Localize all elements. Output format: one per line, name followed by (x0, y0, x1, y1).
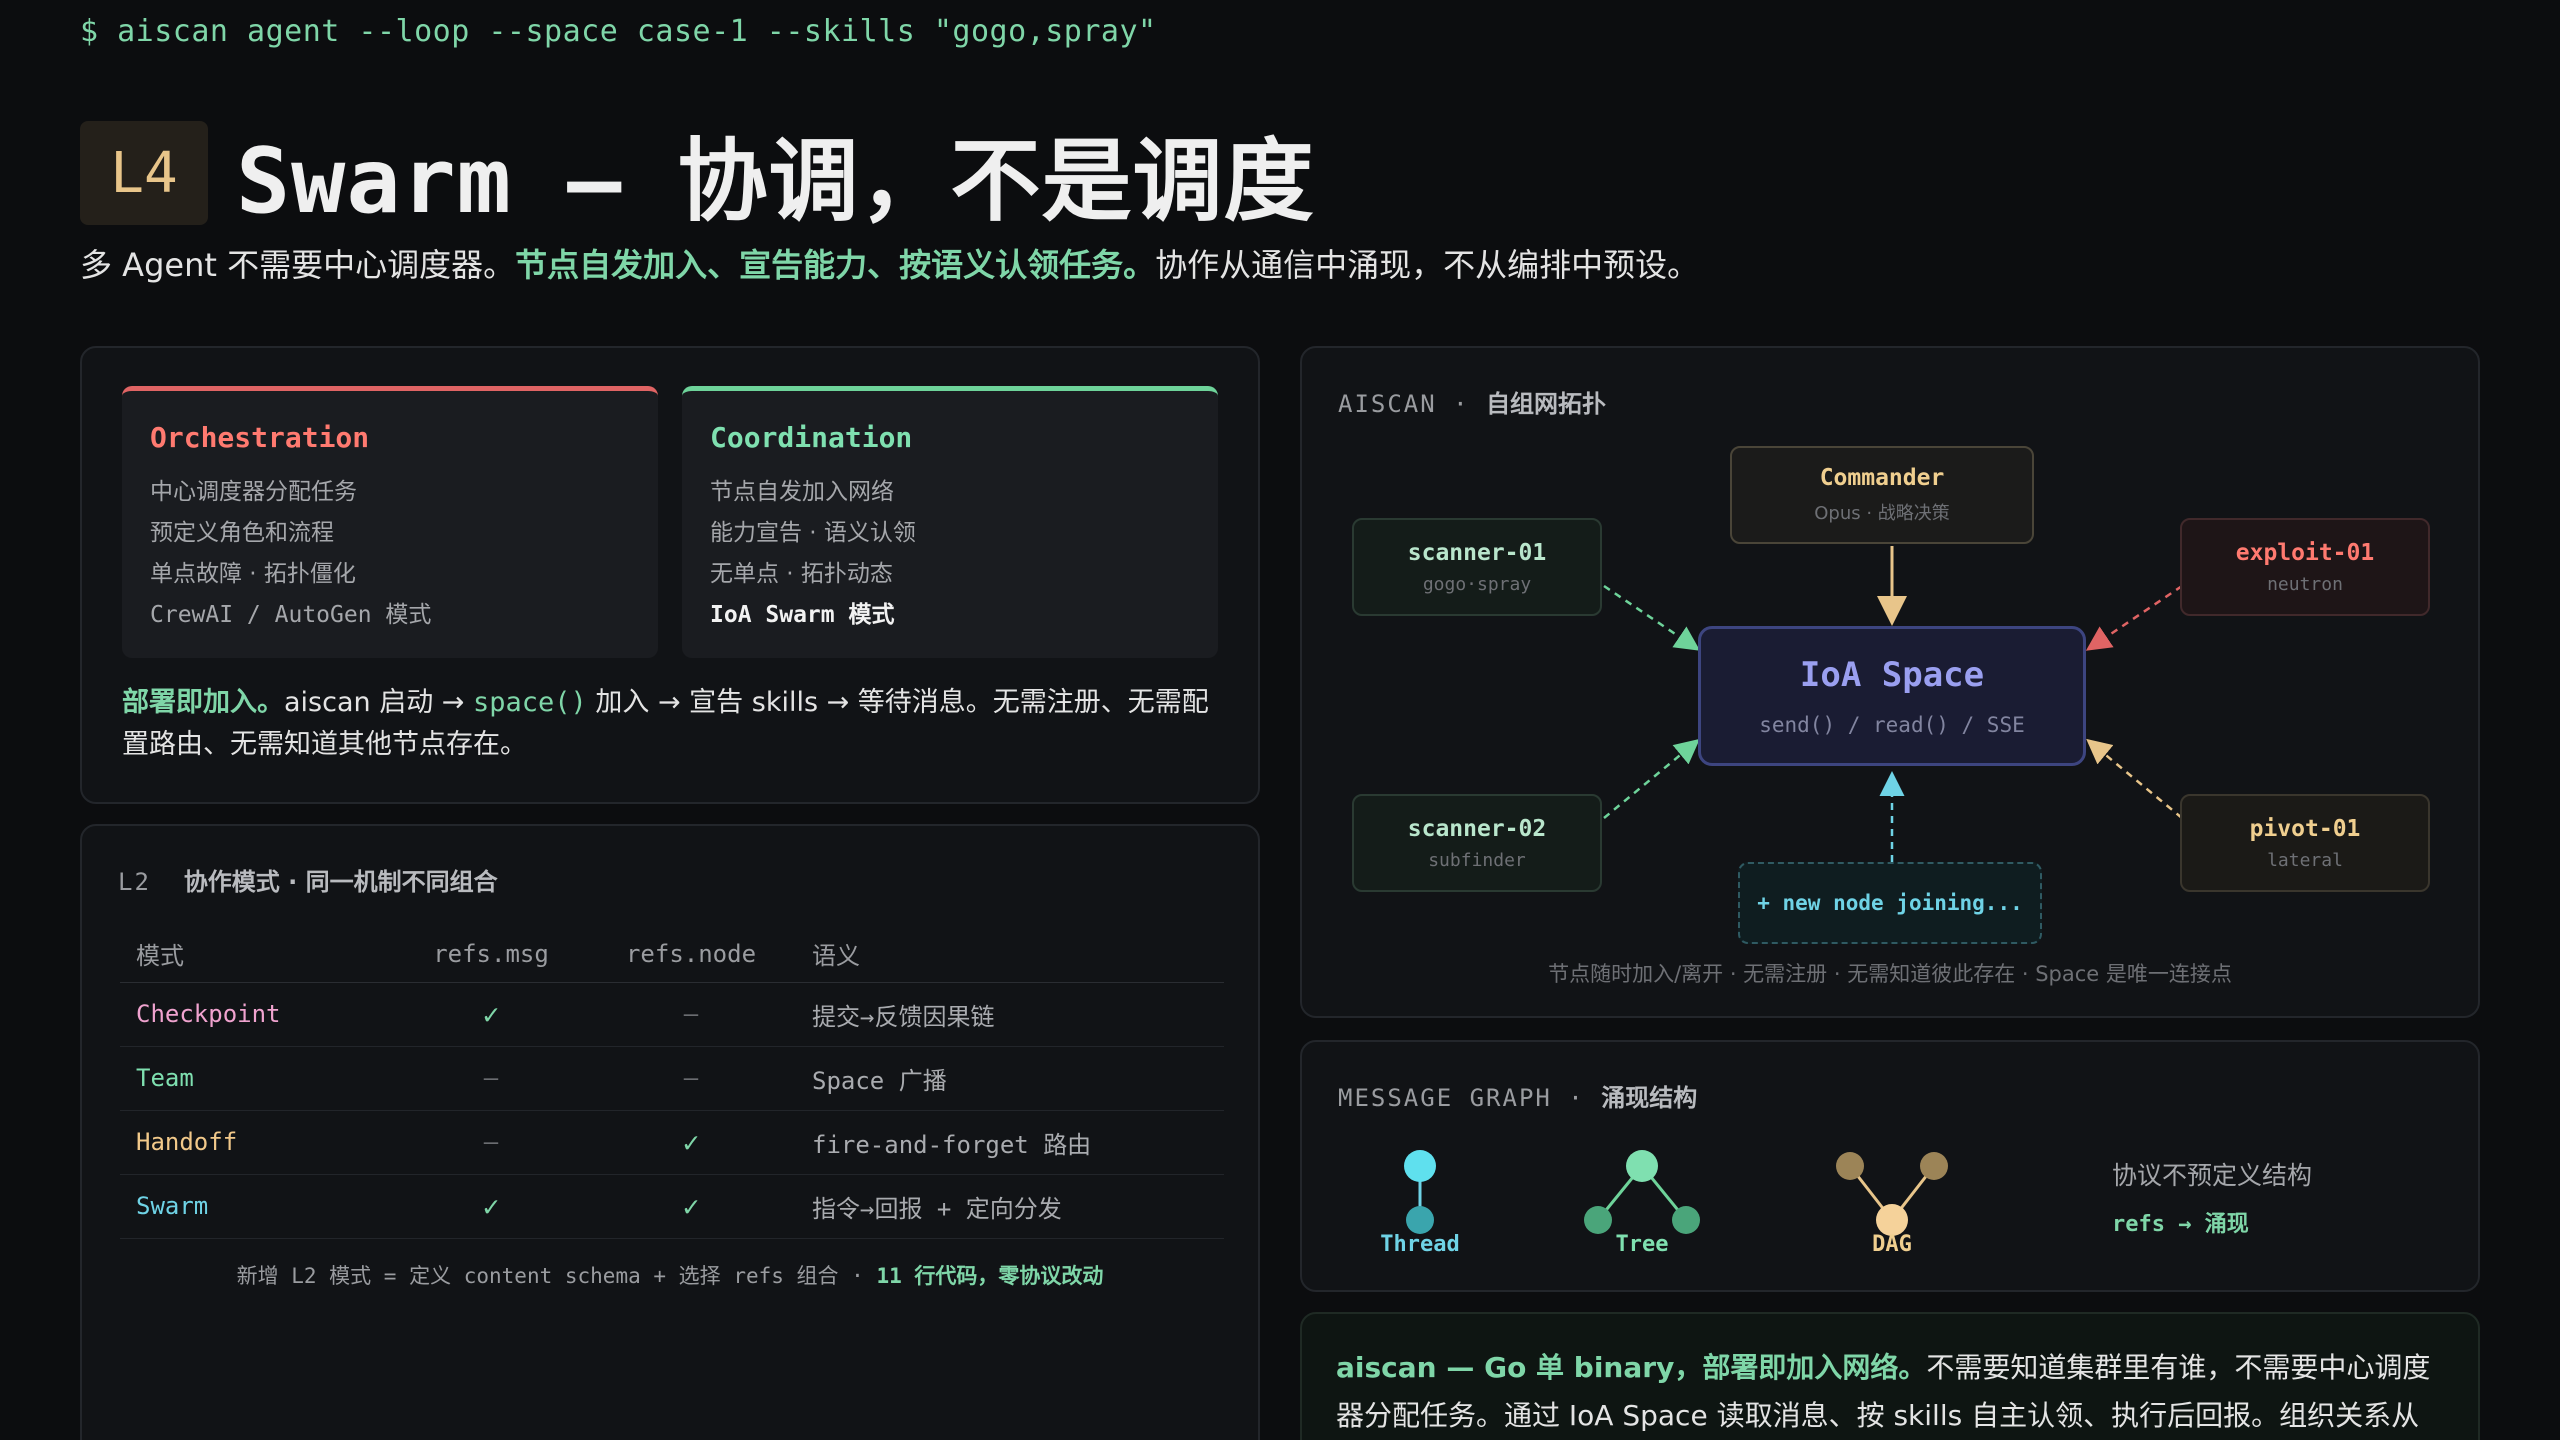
refs-node-cell: ✓ (586, 1110, 796, 1175)
commander-sub: Opus · 战略决策 (1814, 503, 1950, 524)
modes-card: L2 协作模式 · 同一机制不同组合 模式 refs.msg refs.node… (80, 824, 1260, 1440)
commander-node: Commander Opus · 战略决策 (1730, 446, 2034, 544)
title-row: L4 Swarm — 协调，不是调度 (80, 108, 1314, 238)
orchestration-title: Orchestration (150, 421, 370, 454)
orchestration-line: 预定义角色和流程 (150, 520, 334, 546)
scanner-01-sub: gogo·spray (1422, 573, 1532, 595)
deploy-code: space() (473, 687, 587, 718)
scanner-02-title: scanner-02 (1407, 815, 1547, 842)
coordination-line: 无单点 · 拓扑动态 (710, 561, 893, 587)
pivot-01-sub: lateral (2267, 849, 2343, 871)
thread-caption: Thread (1380, 1232, 1460, 1257)
column-header: 模式 (120, 926, 396, 983)
deploy-text-a: aiscan 启动 → (284, 687, 473, 718)
tree-caption: Tree (1615, 1232, 1669, 1257)
level-badge: L4 (80, 121, 208, 225)
orchestration-pane: Orchestration 中心调度器分配任务 预定义角色和流程 单点故障 · … (122, 386, 658, 658)
page-subtitle: 多 Agent 不需要中心调度器。节点自发加入、宣告能力、按语义认领任务。协作从… (80, 240, 1699, 286)
scanner-01-title: scanner-01 (1407, 539, 1547, 566)
scanner-02-node: scanner-02 subfinder (1352, 794, 1602, 892)
modes-footer-highlight: 11 行代码，零协议改动 (876, 1264, 1104, 1288)
tree-shape (1584, 1150, 1700, 1234)
refs-node-cell: ✓ (586, 1174, 796, 1239)
orchestration-line: 单点故障 · 拓扑僵化 (150, 561, 356, 587)
space-title: IoA Space (1799, 655, 1985, 695)
mode-name: Team (120, 1046, 396, 1111)
exploit-01-sub: neutron (2267, 573, 2343, 595)
mode-name: Checkpoint (120, 982, 396, 1047)
modes-table: 模式 refs.msg refs.node 语义 Checkpoint ✓ — … (120, 926, 1224, 1239)
commander-title: Commander (1819, 465, 1945, 491)
edge-exploit-01 (2085, 584, 2183, 651)
exploit-01-title: exploit-01 (2235, 539, 2375, 566)
table-header-row: 模式 refs.msg refs.node 语义 (120, 926, 1224, 983)
message-graph-card: MESSAGE GRAPH · 涌现结构 Thread Tree DAG 协议不… (1300, 1040, 2480, 1292)
column-header: 语义 (796, 926, 1224, 983)
refs-msg-cell: — (396, 1110, 586, 1175)
coordination-line: 能力宣告 · 语义认领 (710, 520, 916, 546)
modes-footer-text: 新增 L2 模式 = 定义 content schema + 选择 refs 组… (236, 1264, 877, 1288)
scanner-01-node: scanner-01 gogo·spray (1352, 518, 1602, 616)
refs-msg-cell: — (396, 1046, 586, 1111)
subtitle-highlight: 节点自发加入、宣告能力、按语义认领任务。 (515, 246, 1156, 284)
edge-scanner-02 (1603, 738, 1700, 819)
table-row: Checkpoint ✓ — 提交→反馈因果链 (120, 982, 1224, 1047)
topology-caption: 节点随时加入/离开 · 无需注册 · 无需知道彼此存在 · Space 是唯一连… (1548, 962, 2232, 986)
modes-label: L2 协作模式 · 同一机制不同组合 (118, 862, 498, 897)
coordination-line: IoA Swarm 模式 (710, 602, 895, 628)
exploit-01-node: exploit-01 neutron (2180, 518, 2430, 616)
coordination-line: 节点自发加入网络 (710, 479, 894, 505)
semantic-cell: 提交→反馈因果链 (796, 982, 1224, 1047)
scanner-02-sub: subfinder (1428, 849, 1526, 871)
dag-caption: DAG (1872, 1232, 1912, 1257)
new-node-joining: + new node joining... (1738, 862, 2042, 944)
coordination-title: Coordination (710, 421, 913, 454)
deploy-description: 部署即加入。aiscan 启动 → space() 加入 → 宣告 skills… (122, 682, 1222, 766)
modes-label-text: 协作模式 · 同一机制不同组合 (183, 868, 498, 896)
message-graph-note: 协议不预定义结构 (2112, 1161, 2313, 1190)
refs-node-cell: — (586, 1046, 796, 1111)
table-row: Swarm ✓ ✓ 指令→回报 + 定向分发 (120, 1174, 1224, 1239)
column-header: refs.node (586, 926, 796, 983)
table-row: Handoff — ✓ fire-and-forget 路由 (120, 1110, 1224, 1175)
mode-name: Handoff (120, 1110, 396, 1175)
binary-description: aiscan — Go 单 binary，部署即加入网络。不需要知道集群里有谁，… (1336, 1344, 2446, 1440)
topology-card: AISCAN · 自组网拓扑 Commander Opus · 战略决策 IoA… (1300, 346, 2480, 1018)
refs-node-cell: — (586, 982, 796, 1047)
refs-msg-cell: ✓ (396, 1174, 586, 1239)
page-title: Swarm — 协调，不是调度 (236, 129, 1315, 234)
semantic-cell: 指令→回报 + 定向分发 (796, 1174, 1224, 1239)
message-graph-note2: refs → 涌现 (2112, 1212, 2249, 1237)
pivot-01-node: pivot-01 lateral (2180, 794, 2430, 892)
binary-card: aiscan — Go 单 binary，部署即加入网络。不需要知道集群里有谁，… (1300, 1312, 2480, 1440)
table-row: Team — — Space 广播 (120, 1046, 1224, 1111)
compare-card: Orchestration 中心调度器分配任务 预定义角色和流程 单点故障 · … (80, 346, 1260, 804)
binary-highlight: aiscan — Go 单 binary，部署即加入网络。 (1336, 1351, 1927, 1384)
semantic-cell: Space 广播 (796, 1046, 1224, 1111)
refs-msg-cell: ✓ (396, 982, 586, 1047)
edge-scanner-01 (1603, 584, 1701, 651)
command-line: $ aiscan agent --loop --space case-1 --s… (80, 14, 1157, 49)
dag-shape (1836, 1152, 1948, 1236)
pivot-01-title: pivot-01 (2249, 815, 2361, 842)
coordination-pane: Coordination 节点自发加入网络 能力宣告 · 语义认领 无单点 · … (682, 386, 1218, 658)
subtitle-post: 协作从通信中涌现，不从编排中预设。 (1155, 246, 1700, 284)
column-header: refs.msg (396, 926, 586, 983)
subtitle-pre: 多 Agent 不需要中心调度器。 (80, 246, 516, 284)
new-node-label: + new node joining... (1757, 891, 2023, 915)
modes-label-prefix: L2 (118, 868, 151, 896)
mode-name: Swarm (120, 1174, 396, 1239)
semantic-cell: fire-and-forget 路由 (796, 1110, 1224, 1175)
deploy-highlight: 部署即加入。 (122, 687, 284, 718)
ioa-space-node: IoA Space send() / read() / SSE (1698, 626, 2086, 766)
thread-shape (1404, 1150, 1436, 1234)
orchestration-line: 中心调度器分配任务 (150, 479, 357, 505)
space-sub: send() / read() / SSE (1759, 713, 2025, 737)
edge-pivot-01 (2086, 738, 2183, 819)
orchestration-line: CrewAI / AutoGen 模式 (150, 602, 432, 628)
modes-footer: 新增 L2 模式 = 定义 content schema + 选择 refs 组… (82, 1260, 1258, 1290)
